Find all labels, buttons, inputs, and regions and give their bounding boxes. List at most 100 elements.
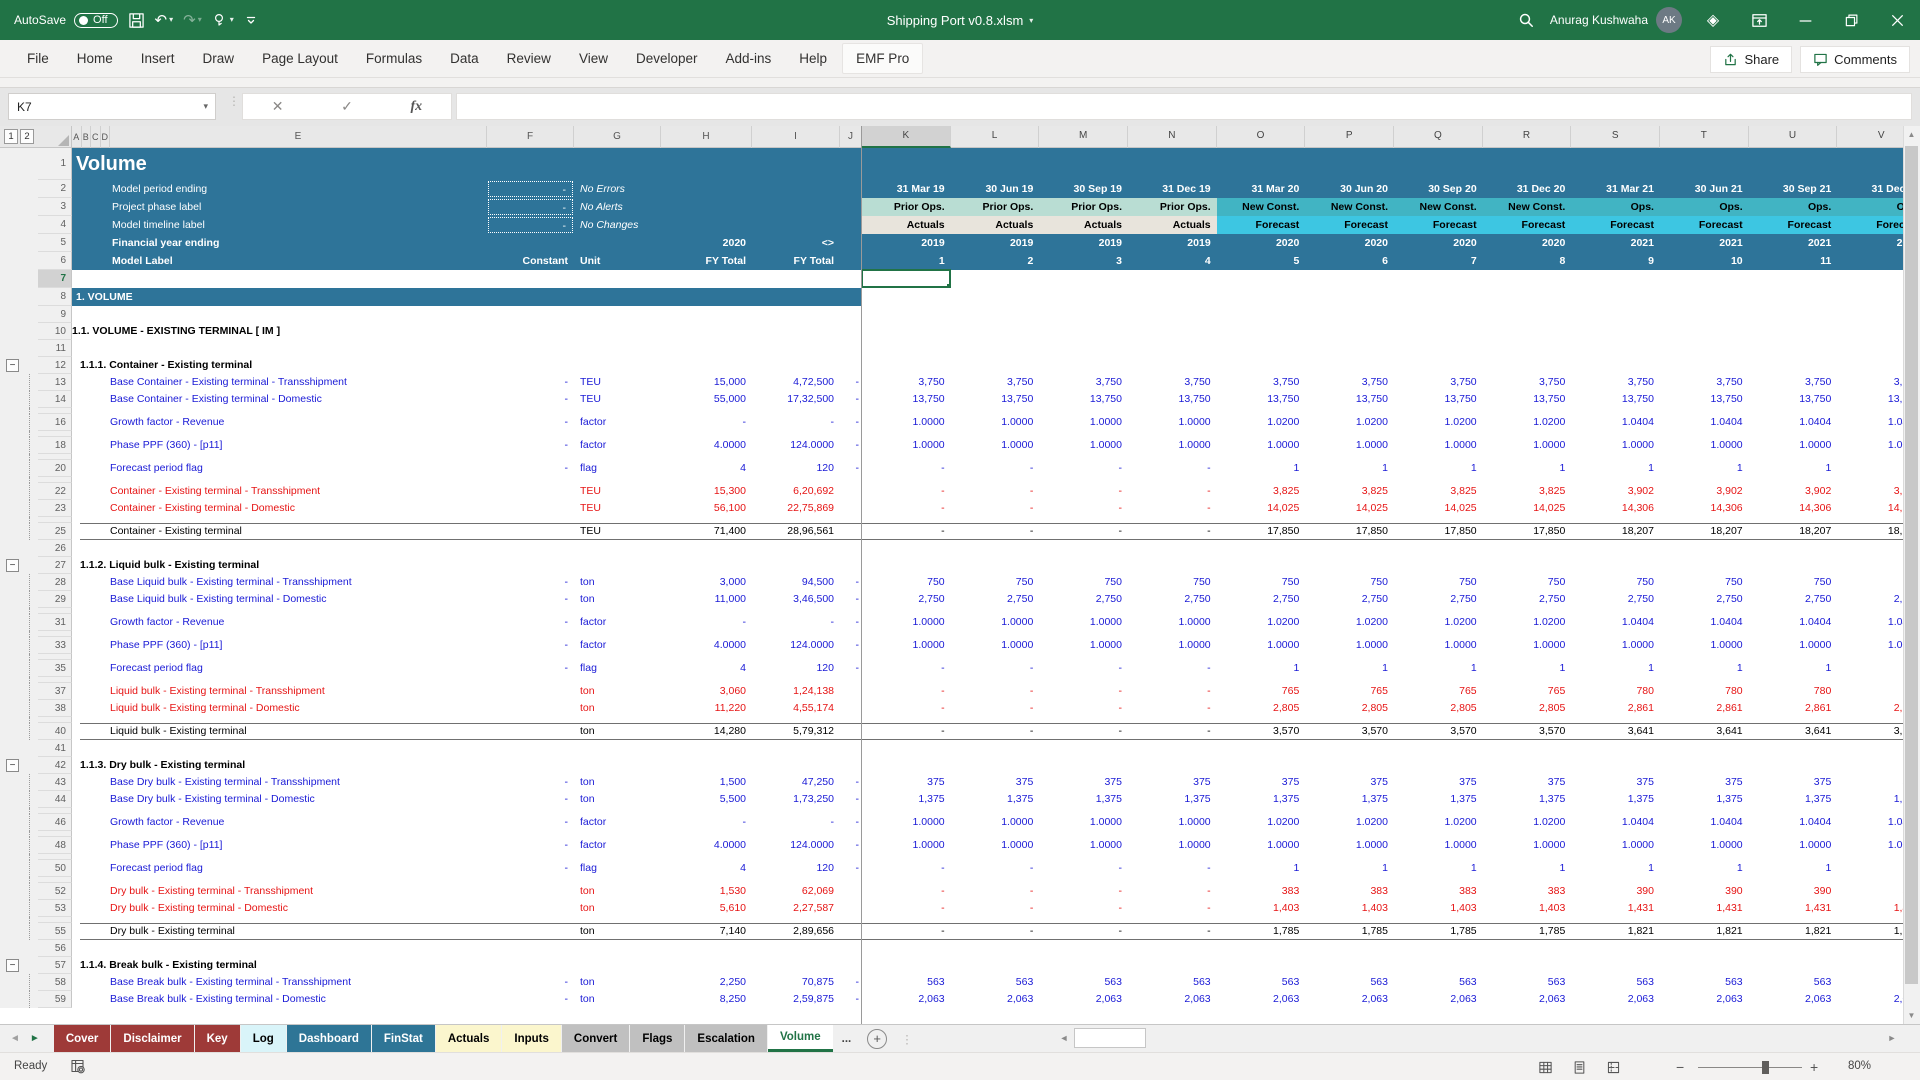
row-label-14[interactable]: Base Container - Existing terminal - Dom… [110,391,475,408]
value-cell-35-V[interactable]: 1 [1837,660,1903,677]
period-model-label-O[interactable]: 5 [1217,252,1306,270]
unit-cell-23[interactable]: TEU [580,500,667,517]
period-basis-N[interactable]: Actuals [1128,216,1217,234]
value-cell-13-N[interactable]: 3,750 [1128,374,1217,391]
value-cell-48-P[interactable]: 1.0000 [1305,837,1394,854]
row-header-13[interactable]: 13 [38,374,72,391]
fytotal-i-cell-29[interactable]: 3,46,500 [752,591,840,608]
value-cell-16-M[interactable]: 1.0000 [1039,414,1128,431]
column-header-P[interactable]: P [1305,126,1394,148]
period-model-label-S[interactable]: 9 [1571,252,1660,270]
row-header-41[interactable]: 41 [38,740,72,757]
check-cell-58[interactable]: - [840,974,862,991]
value-cell-33-S[interactable]: 1.0000 [1571,637,1660,654]
row-header-33[interactable]: 33 [38,637,72,654]
value-cell-18-O[interactable]: 1.0000 [1217,437,1306,454]
value-cell-20-O[interactable]: 1 [1217,460,1306,477]
value-cell-58-L[interactable]: 563 [951,974,1040,991]
fytotal-h-cell-46[interactable]: - [661,814,752,831]
value-cell-58-O[interactable]: 563 [1217,974,1306,991]
column-header-B[interactable]: B [82,126,92,148]
row-label-53[interactable]: Dry bulk - Existing terminal - Domestic [110,900,475,917]
row-header-27[interactable]: 27 [38,557,72,574]
value-cell-37-L[interactable]: - [951,683,1040,700]
value-cell-33-N[interactable]: 1.0000 [1128,637,1217,654]
value-cell-22-U[interactable]: 3,902 [1749,483,1838,500]
value-cell-33-T[interactable]: 1.0000 [1660,637,1749,654]
unit-cell-33[interactable]: factor [580,637,667,654]
value-cell-50-K[interactable]: - [862,860,951,877]
fytotal-h-cell-52[interactable]: 1,530 [661,883,752,900]
period-date-N[interactable]: 31 Dec 19 [1128,180,1217,198]
period-basis-M[interactable]: Actuals [1039,216,1128,234]
period-basis-O[interactable]: Forecast [1217,216,1306,234]
fytotal-i-cell-16[interactable]: - [752,414,840,431]
value-cell-29-N[interactable]: 2,750 [1128,591,1217,608]
fytotal-h-cell-33[interactable]: 4.0000 [661,637,752,654]
value-cell-22-O[interactable]: 3,825 [1217,483,1306,500]
constant-cell-13[interactable]: - [487,374,574,391]
value-cell-31-Q[interactable]: 1.0200 [1394,614,1483,631]
row-label-35[interactable]: Forecast period flag [110,660,475,677]
value-cell-13-R[interactable]: 3,750 [1483,374,1572,391]
period-date-V[interactable]: 31 Dec 21 [1837,180,1903,198]
period-model-label-M[interactable]: 3 [1039,252,1128,270]
ribbon-tab-insert[interactable]: Insert [128,44,188,73]
page-layout-view-button[interactable] [1567,1058,1591,1076]
period-fy-T[interactable]: 2021 [1660,234,1749,252]
fytotal-h-cell-20[interactable]: 4 [661,460,752,477]
value-cell-31-S[interactable]: 1.0404 [1571,614,1660,631]
value-cell-16-V[interactable]: 1.0404 [1837,414,1903,431]
column-header-I[interactable]: I [752,126,840,148]
unit-cell-29[interactable]: ton [580,591,667,608]
column-header-Q[interactable]: Q [1394,126,1483,148]
check-cell-16[interactable]: - [840,414,862,431]
row-label-13[interactable]: Base Container - Existing terminal - Tra… [110,374,475,391]
zoom-slider-thumb[interactable] [1762,1061,1769,1074]
insert-function-button[interactable]: fx [410,99,422,115]
period-model-label-L[interactable]: 2 [951,252,1040,270]
value-cell-22-K[interactable]: - [862,483,951,500]
ribbon-tab-view[interactable]: View [566,44,621,73]
value-cell-18-L[interactable]: 1.0000 [951,437,1040,454]
period-fy-M[interactable]: 2019 [1039,234,1128,252]
value-cell-28-R[interactable]: 750 [1483,574,1572,591]
value-cell-58-P[interactable]: 563 [1305,974,1394,991]
value-cell-59-K[interactable]: 2,063 [862,991,951,1008]
value-cell-23-K[interactable]: - [862,500,951,517]
column-header-J[interactable]: J [840,126,862,148]
value-cell-31-T[interactable]: 1.0404 [1660,614,1749,631]
value-cell-33-R[interactable]: 1.0000 [1483,637,1572,654]
value-cell-59-M[interactable]: 2,063 [1039,991,1128,1008]
period-model-label-U[interactable]: 11 [1749,252,1838,270]
period-date-R[interactable]: 31 Dec 20 [1483,180,1572,198]
fytotal-h-cell-44[interactable]: 5,500 [661,791,752,808]
period-model-label-Q[interactable]: 7 [1394,252,1483,270]
row-header-56[interactable]: 56 [38,940,72,957]
fytotal-i-cell-18[interactable]: 124.0000 [752,437,840,454]
value-cell-31-N[interactable]: 1.0000 [1128,614,1217,631]
value-cell-33-P[interactable]: 1.0000 [1305,637,1394,654]
row-header-14[interactable]: 14 [38,391,72,408]
sheet-tab-key[interactable]: Key [195,1025,240,1052]
row-label-29[interactable]: Base Liquid bulk - Existing terminal - D… [110,591,475,608]
value-cell-50-Q[interactable]: 1 [1394,860,1483,877]
row-header-6[interactable]: 6 [38,252,72,270]
value-cell-59-N[interactable]: 2,063 [1128,991,1217,1008]
unit-cell-35[interactable]: flag [580,660,667,677]
value-cell-48-Q[interactable]: 1.0000 [1394,837,1483,854]
value-cell-23-V[interactable]: 14,306 [1837,500,1903,517]
constant-cell-20[interactable]: - [487,460,574,477]
value-cell-33-K[interactable]: 1.0000 [862,637,951,654]
value-cell-43-Q[interactable]: 375 [1394,774,1483,791]
column-header-C[interactable]: C [91,126,101,148]
value-cell-31-M[interactable]: 1.0000 [1039,614,1128,631]
new-sheet-button[interactable]: + [867,1029,887,1049]
value-cell-50-L[interactable]: - [951,860,1040,877]
unit-cell-44[interactable]: ton [580,791,667,808]
check-cell-14[interactable]: - [840,391,862,408]
period-basis-K[interactable]: Actuals [862,216,951,234]
column-header-T[interactable]: T [1660,126,1749,148]
value-cell-37-N[interactable]: - [1128,683,1217,700]
row-header-52[interactable]: 52 [38,883,72,900]
